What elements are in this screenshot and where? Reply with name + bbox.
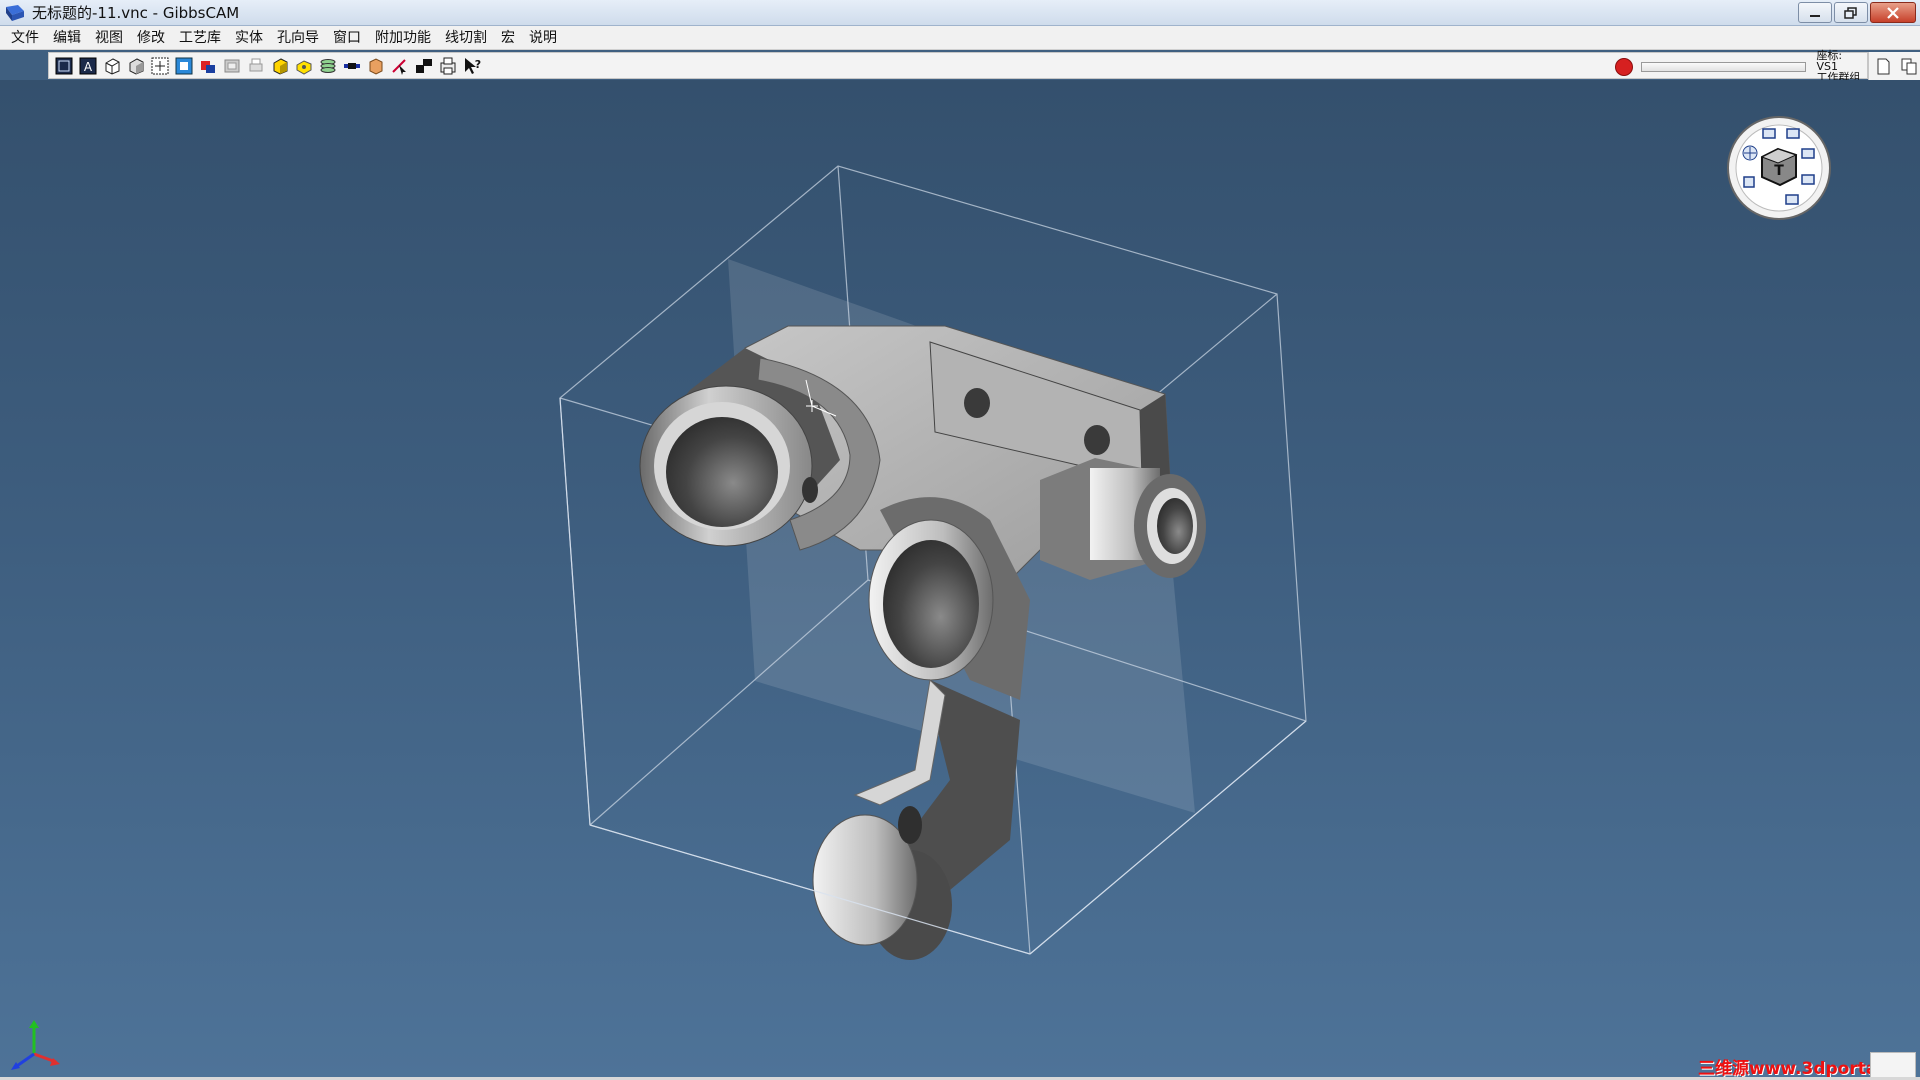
solid-box-icon xyxy=(129,57,144,75)
restore-button[interactable] xyxy=(1834,2,1868,23)
section-button[interactable] xyxy=(221,55,243,77)
menu-help[interactable]: 说明 xyxy=(522,27,564,49)
text-view-icon: A xyxy=(79,57,97,74)
print-icon xyxy=(249,58,263,71)
menu-macro[interactable]: 宏 xyxy=(494,27,522,49)
stop-icon[interactable] xyxy=(1615,57,1633,76)
copy-document-icon xyxy=(1901,58,1917,74)
menu-view[interactable]: 视图 xyxy=(88,27,130,49)
layer-icon xyxy=(416,58,432,73)
wireframe-view-button[interactable] xyxy=(53,55,75,77)
material-icon xyxy=(296,59,312,75)
color-part-button[interactable] xyxy=(197,55,219,77)
toolbar-status-area: 座标: VS1 工作群组 xyxy=(1615,50,1867,83)
title-bar: 无标题的-11.vnc - GibbsCAM xyxy=(0,0,1920,26)
shaded-button[interactable] xyxy=(269,55,291,77)
iso-box-button[interactable] xyxy=(101,55,123,77)
progress-bar xyxy=(1640,61,1807,72)
menu-file[interactable]: 文件 xyxy=(4,27,46,49)
print-setup-button[interactable] xyxy=(437,55,459,77)
axis-triad-icon xyxy=(11,1020,60,1070)
stack-icon xyxy=(320,58,336,73)
menu-wire-edm[interactable]: 线切割 xyxy=(438,27,494,49)
coordinate-info: 座标: VS1 工作群组 xyxy=(1816,50,1867,83)
pick-icon xyxy=(392,58,406,75)
window-controls xyxy=(1798,2,1916,23)
grid-button[interactable] xyxy=(149,55,171,77)
menu-modify[interactable]: 修改 xyxy=(130,27,172,49)
block-button[interactable] xyxy=(365,55,387,77)
text-view-button[interactable]: A xyxy=(77,55,99,77)
grid-icon xyxy=(151,57,169,74)
close-button[interactable] xyxy=(1870,2,1916,23)
window-title: 无标题的-11.vnc - GibbsCAM xyxy=(32,4,240,22)
menu-hole-wizard[interactable]: 孔向导 xyxy=(270,27,326,49)
menu-bar: 文件 编辑 视图 修改 工艺库 实体 孔向导 窗口 附加功能 线切割 宏 说明 xyxy=(0,26,1920,50)
menu-edit[interactable]: 编辑 xyxy=(46,27,88,49)
print-setup-icon xyxy=(440,57,456,74)
layer-button[interactable] xyxy=(413,55,435,77)
status-corner xyxy=(1870,1052,1916,1078)
copy-doc-button[interactable] xyxy=(1898,55,1920,76)
solid-box-button[interactable] xyxy=(125,55,147,77)
pick-button[interactable] xyxy=(389,55,411,77)
graphics-viewport[interactable]: T xyxy=(0,80,1920,1078)
minimize-button[interactable] xyxy=(1798,2,1832,23)
block-icon xyxy=(369,57,383,75)
part-model xyxy=(559,165,1307,960)
svg-text:?: ? xyxy=(475,58,481,71)
material-button[interactable] xyxy=(293,55,315,77)
view-navigation-dial[interactable]: T xyxy=(1726,115,1832,221)
menu-plugins[interactable]: 附加功能 xyxy=(368,27,438,49)
dimension-icon xyxy=(344,62,360,69)
color-part-icon xyxy=(201,60,215,73)
coord-system-label: 座标: VS1 xyxy=(1816,49,1843,73)
svg-text:A: A xyxy=(84,60,93,74)
shaded-icon xyxy=(273,57,288,75)
help-cursor-icon: ? xyxy=(465,57,481,74)
close-icon xyxy=(1887,6,1899,19)
stack-button[interactable] xyxy=(317,55,339,77)
top-view-button[interactable] xyxy=(173,55,195,77)
top-view-icon xyxy=(175,57,193,74)
print-button[interactable] xyxy=(245,55,267,77)
menu-window[interactable]: 窗口 xyxy=(326,27,368,49)
restore-icon xyxy=(1844,6,1857,19)
gibbscam-app-icon[interactable] xyxy=(4,3,26,23)
new-document-icon xyxy=(1877,58,1890,74)
svg-text:T: T xyxy=(1774,163,1784,179)
dimension-button[interactable] xyxy=(341,55,363,77)
menu-process-library[interactable]: 工艺库 xyxy=(172,27,228,49)
main-toolbar: A ? 座标: VS1 工作群组 xyxy=(48,50,1868,83)
iso-box-icon xyxy=(105,57,120,75)
help-cursor-button[interactable]: ? xyxy=(461,55,483,77)
menu-solids[interactable]: 实体 xyxy=(228,27,270,49)
new-doc-button[interactable] xyxy=(1872,55,1894,76)
section-icon xyxy=(224,59,240,72)
minimize-icon xyxy=(1810,14,1820,17)
wireframe-view-icon xyxy=(55,57,73,74)
